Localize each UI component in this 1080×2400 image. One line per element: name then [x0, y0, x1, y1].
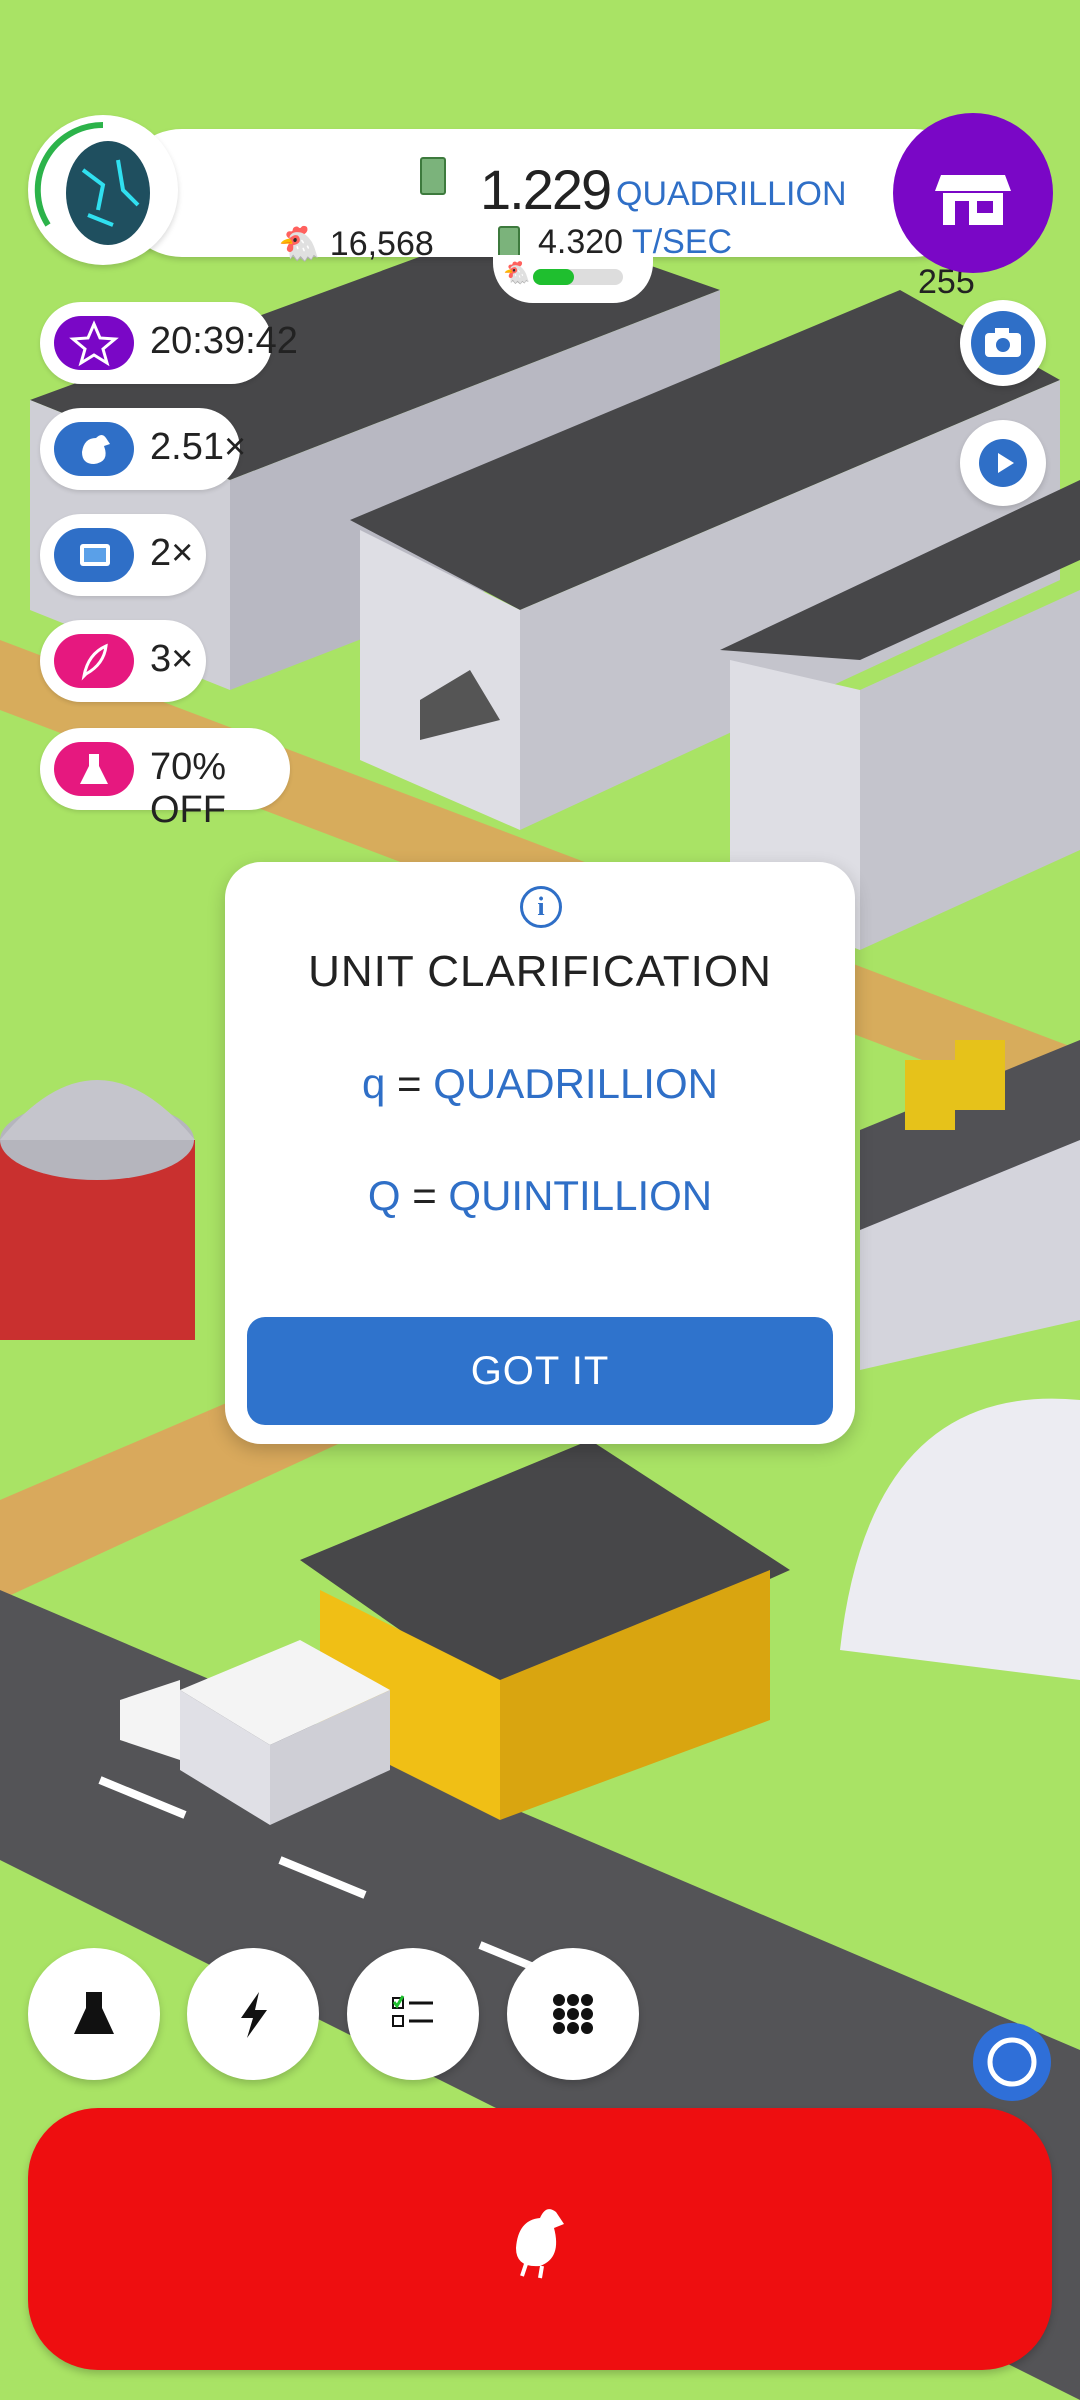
info-icon: i: [520, 886, 562, 928]
habitat-progress-tab[interactable]: 🐔: [493, 255, 653, 303]
research-button[interactable]: [28, 1948, 160, 2080]
missions-button[interactable]: [347, 1948, 479, 2080]
unit-equals: =: [412, 1172, 437, 1219]
play-icon: [979, 439, 1027, 487]
chicken-icon: [54, 422, 134, 476]
cash-icon: [420, 157, 446, 195]
population-display: 🐔 16,568: [278, 224, 434, 264]
assist-button[interactable]: [973, 2023, 1051, 2101]
chicken-small-icon: 🐔: [503, 261, 531, 286]
cash-unit: QUADRILLION: [616, 175, 847, 213]
egg-icon: [34, 121, 150, 245]
tv-icon: [54, 528, 134, 582]
hatch-chicken-button[interactable]: [28, 2108, 1052, 2370]
got-it-button[interactable]: GOT IT: [247, 1317, 833, 1425]
unit-line-quintillion: Q = QUINTILLION: [225, 1172, 855, 1220]
boost-timer-pill[interactable]: 20:39:42: [40, 302, 298, 384]
chicken-icon: 🐔: [278, 225, 321, 263]
boost-timer-text: 20:39:42: [150, 320, 298, 362]
top-hud: 🐔 16,568 1.229 QUADRILLION 4.320 T/SEC ⬮…: [28, 115, 1028, 303]
camera-button-inner: [971, 311, 1035, 375]
cash-value: 1.229: [480, 158, 612, 221]
shop-icon: [935, 175, 1011, 225]
unit-equals: =: [397, 1060, 422, 1107]
menu-button[interactable]: [507, 1948, 639, 2080]
flask-icon: [74, 1992, 114, 2034]
feather-icon: [54, 634, 134, 688]
checklist-icon: [392, 1995, 433, 2027]
population-value: 16,568: [329, 225, 434, 263]
habitat-progress-bar: [533, 269, 623, 285]
circle-icon: [987, 2037, 1037, 2087]
flask-icon: [54, 742, 134, 796]
stats-bar: 🐔 16,568 1.229 QUADRILLION 4.320 T/SEC ⬮…: [118, 129, 978, 301]
shop-button[interactable]: [893, 113, 1053, 273]
unit-symbol: q: [362, 1060, 386, 1107]
star-icon: [54, 316, 134, 370]
egg-type-button[interactable]: [28, 115, 178, 265]
camera-icon: [985, 328, 1021, 357]
chicken-multiplier-pill[interactable]: 2.51×: [40, 408, 246, 490]
camera-button[interactable]: [960, 300, 1046, 386]
chicken-icon: [516, 2209, 564, 2279]
habitat-progress-fill: [533, 269, 574, 285]
video-button-inner: [971, 431, 1035, 495]
rate-cash-icon: [498, 226, 520, 258]
unit-clarification-dialog: i UNIT CLARIFICATION q = QUADRILLION Q =…: [225, 862, 855, 1444]
dialog-title: UNIT CLARIFICATION: [308, 947, 772, 996]
lightning-icon: [241, 1992, 267, 2038]
unit-symbol: Q: [367, 1172, 401, 1219]
grid-icon: [553, 1994, 593, 2034]
feather-boost-text: 3×: [150, 638, 194, 680]
unit-line-quadrillion: q = QUADRILLION: [225, 1060, 855, 1108]
video-button[interactable]: [960, 420, 1046, 506]
unit-name: QUADRILLION: [433, 1060, 718, 1107]
research-discount-text: 70% OFF: [150, 746, 227, 831]
video-doubler-text: 2×: [150, 532, 194, 574]
video-doubler-pill[interactable]: 2×: [40, 514, 206, 596]
feather-boost-pill[interactable]: 3×: [40, 620, 206, 702]
research-discount-pill[interactable]: 70% OFF: [40, 728, 290, 831]
boosts-button[interactable]: [187, 1948, 319, 2080]
unit-name: QUINTILLION: [448, 1172, 713, 1219]
chicken-multiplier-text: 2.51×: [150, 426, 247, 468]
